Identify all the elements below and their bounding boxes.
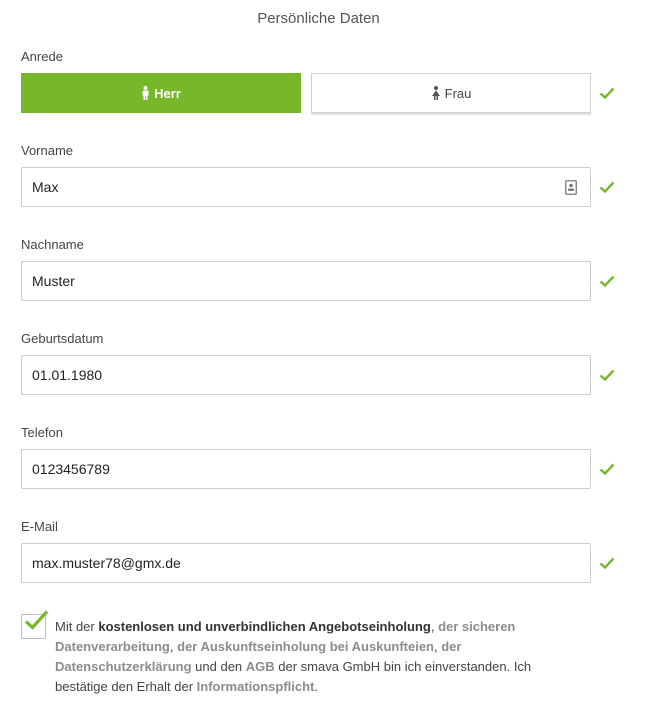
terms-link[interactable]: AGB <box>246 659 275 674</box>
consent-text-part: . <box>314 679 318 694</box>
phone-field-wrapper <box>21 449 591 489</box>
last-name-field-wrapper <box>21 261 591 301</box>
salutation-herr-label: Herr <box>154 85 181 101</box>
checkmark-icon <box>599 275 615 287</box>
last-name-label: Nachname <box>21 237 84 252</box>
checkmark-icon <box>599 557 615 569</box>
birthdate-input[interactable] <box>22 356 590 394</box>
salutation-frau-label: Frau <box>444 85 472 101</box>
consent-text: Mit der kostenlosen und unverbindlichen … <box>55 617 575 697</box>
female-icon <box>431 86 440 100</box>
first-name-field-wrapper <box>21 167 591 207</box>
email-field-wrapper <box>21 543 591 583</box>
checkmark-icon <box>599 369 615 381</box>
section-title: Persönliche Daten <box>257 10 380 27</box>
consent-text-part: , <box>430 619 439 634</box>
first-name-input[interactable] <box>22 168 590 206</box>
consent-emphasis: kostenlosen und unverbindlichen Angebots… <box>98 619 431 634</box>
birthdate-field-wrapper <box>21 355 591 395</box>
email-label: E-Mail <box>21 519 58 534</box>
consent-text-part: und den <box>191 659 246 674</box>
last-name-input[interactable] <box>22 262 590 300</box>
phone-label: Telefon <box>21 425 63 440</box>
male-icon <box>142 86 149 100</box>
salutation-herr-button[interactable]: Herr <box>21 73 301 113</box>
phone-input[interactable] <box>22 450 590 488</box>
checkmark-icon <box>24 610 49 630</box>
information-duty-link[interactable]: Informationspflicht <box>197 679 315 694</box>
consent-checkbox[interactable] <box>21 610 49 639</box>
consent-text-part: Mit der <box>55 619 99 634</box>
first-name-label: Vorname <box>21 143 74 158</box>
birthdate-label: Geburtsdatum <box>21 331 104 346</box>
contact-card-icon[interactable] <box>565 180 577 195</box>
email-input[interactable] <box>22 544 590 582</box>
checkmark-icon <box>599 463 615 475</box>
credit-bureau-link[interactable]: der Auskunftseinholung bei Auskunfteien <box>177 639 434 654</box>
checkmark-icon <box>599 181 615 193</box>
salutation-frau-button[interactable]: Frau <box>311 73 591 113</box>
salutation-label: Anrede <box>21 49 63 64</box>
checkmark-icon <box>599 87 615 99</box>
